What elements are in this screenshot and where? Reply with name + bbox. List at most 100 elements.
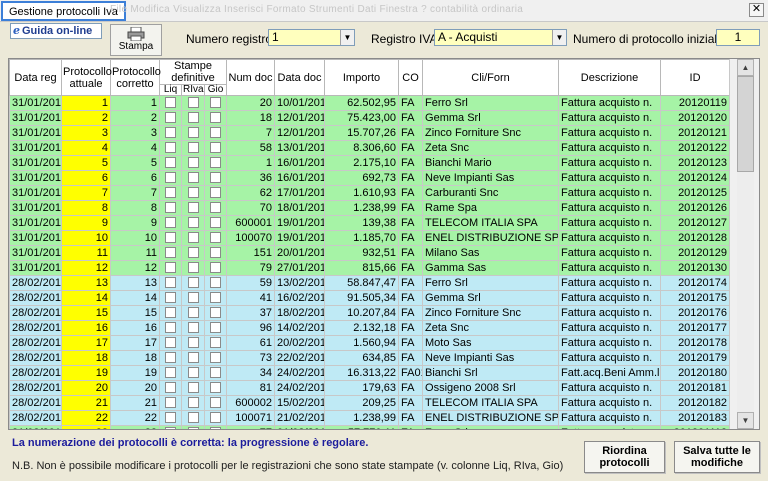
- cell-protocollo-attuale[interactable]: 11: [61, 245, 111, 261]
- gio-checkbox[interactable]: [210, 382, 221, 394]
- gio-checkbox[interactable]: [210, 397, 221, 409]
- scroll-down-arrow-icon[interactable]: ▼: [737, 412, 754, 429]
- riva-checkbox[interactable]: [187, 382, 199, 394]
- table-row[interactable]: 31/01/201 2 2 18 12/01/201 75.423,00 FA Gemma S…: [9, 110, 731, 126]
- liq-checkbox[interactable]: [165, 127, 176, 139]
- liq-checkbox[interactable]: [165, 337, 176, 349]
- cell-protocollo-attuale[interactable]: 21: [61, 395, 111, 411]
- liq-checkbox[interactable]: [165, 427, 176, 429]
- gio-checkbox[interactable]: [210, 202, 221, 214]
- table-row[interactable]: 31/01/201 12 12 79 27/01/201 815,66 FA Gamma Sa…: [9, 260, 731, 276]
- riva-checkbox[interactable]: [187, 412, 199, 424]
- header-data-reg[interactable]: Data reg: [9, 59, 62, 96]
- liq-checkbox[interactable]: [165, 187, 176, 199]
- liq-checkbox[interactable]: [165, 232, 176, 244]
- liq-checkbox[interactable]: [165, 97, 176, 109]
- gio-checkbox[interactable]: [210, 187, 221, 199]
- liq-checkbox[interactable]: [165, 172, 176, 184]
- table-row[interactable]: 28/02/201 13 13 59 13/02/201 58.847,47 FA Ferro…: [9, 275, 731, 291]
- cell-protocollo-attuale[interactable]: 20: [61, 380, 111, 396]
- liq-checkbox[interactable]: [165, 382, 176, 394]
- riva-checkbox[interactable]: [187, 232, 199, 244]
- cell-protocollo-attuale[interactable]: 7: [61, 185, 111, 201]
- cell-protocollo-attuale[interactable]: 5: [61, 155, 111, 171]
- riva-checkbox[interactable]: [187, 427, 199, 429]
- chevron-down-icon[interactable]: ▼: [340, 30, 354, 45]
- gio-checkbox[interactable]: [210, 172, 221, 184]
- scroll-up-arrow-icon[interactable]: ▲: [737, 59, 754, 76]
- riva-checkbox[interactable]: [187, 307, 199, 319]
- gio-checkbox[interactable]: [210, 292, 221, 304]
- table-row[interactable]: 31/01/201 8 8 70 18/01/201 1.238,99 FA Rame Spa…: [9, 200, 731, 216]
- liq-checkbox[interactable]: [165, 202, 176, 214]
- riva-checkbox[interactable]: [187, 157, 199, 169]
- header-co[interactable]: CO: [398, 59, 424, 96]
- cell-protocollo-attuale[interactable]: 15: [61, 305, 111, 321]
- scrollbar-track[interactable]: [737, 76, 754, 412]
- vertical-scrollbar[interactable]: ▲ ▼: [729, 59, 759, 429]
- table-row[interactable]: 31/01/201 7 7 62 17/01/201 1.610,93 FA Carburan…: [9, 185, 731, 201]
- table-row[interactable]: 28/02/201 15 15 37 18/02/201 10.207,84 FA Zinco…: [9, 305, 731, 321]
- registro-iva-select[interactable]: A - Acquisti ▼: [434, 29, 567, 46]
- table-row[interactable]: 31/01/201 11 11 151 20/01/201 932,51 FA Milano …: [9, 245, 731, 261]
- numero-protocollo-input[interactable]: 1: [716, 29, 760, 46]
- riva-checkbox[interactable]: [187, 292, 199, 304]
- table-row[interactable]: 28/02/201 14 14 41 16/02/201 91.505,34 FA Gemma…: [9, 290, 731, 306]
- cell-protocollo-attuale[interactable]: 2: [61, 110, 111, 126]
- header-descrizione[interactable]: Descrizione: [558, 59, 662, 96]
- liq-checkbox[interactable]: [165, 412, 176, 424]
- cell-protocollo-attuale[interactable]: 6: [61, 170, 111, 186]
- gio-checkbox[interactable]: [210, 277, 221, 289]
- liq-checkbox[interactable]: [165, 277, 176, 289]
- gio-checkbox[interactable]: [210, 307, 221, 319]
- riva-checkbox[interactable]: [187, 172, 199, 184]
- gio-checkbox[interactable]: [210, 337, 221, 349]
- gio-checkbox[interactable]: [210, 232, 221, 244]
- liq-checkbox[interactable]: [165, 112, 176, 124]
- liq-checkbox[interactable]: [165, 322, 176, 334]
- table-row[interactable]: 28/02/201 21 21 600002 15/02/201 209,25 FA TELE…: [9, 395, 731, 411]
- gio-checkbox[interactable]: [210, 262, 221, 274]
- gio-checkbox[interactable]: [210, 412, 221, 424]
- liq-checkbox[interactable]: [165, 247, 176, 259]
- scrollbar-thumb[interactable]: [737, 76, 754, 172]
- gio-checkbox[interactable]: [210, 127, 221, 139]
- table-row[interactable]: 28/02/201 22 22 100071 21/02/201 1.238,99 FA EN…: [9, 410, 731, 426]
- cell-protocollo-attuale[interactable]: 12: [61, 260, 111, 276]
- gio-checkbox[interactable]: [210, 367, 221, 379]
- liq-checkbox[interactable]: [165, 367, 176, 379]
- cell-protocollo-attuale[interactable]: 17: [61, 335, 111, 351]
- riva-checkbox[interactable]: [187, 217, 199, 229]
- liq-checkbox[interactable]: [165, 292, 176, 304]
- table-row[interactable]: 31/01/201 5 5 1 16/01/201 2.175,10 FA Bianchi M…: [9, 155, 731, 171]
- riva-checkbox[interactable]: [187, 202, 199, 214]
- guida-online-button[interactable]: e Guida on-line: [10, 23, 102, 39]
- liq-checkbox[interactable]: [165, 397, 176, 409]
- stampa-button[interactable]: Stampa: [110, 24, 162, 56]
- cell-protocollo-attuale[interactable]: 23: [61, 425, 111, 429]
- cell-protocollo-attuale[interactable]: 16: [61, 320, 111, 336]
- gio-checkbox[interactable]: [210, 247, 221, 259]
- liq-checkbox[interactable]: [165, 352, 176, 364]
- riva-checkbox[interactable]: [187, 187, 199, 199]
- riva-checkbox[interactable]: [187, 127, 199, 139]
- riva-checkbox[interactable]: [187, 262, 199, 274]
- table-row[interactable]: 28/02/201 20 20 81 24/02/201 179,63 FA Ossigeno…: [9, 380, 731, 396]
- table-row[interactable]: 31/01/201 3 3 7 12/01/201 15.707,26 FA Zinco Fo…: [9, 125, 731, 141]
- header-importo[interactable]: Importo: [324, 59, 400, 96]
- table-row[interactable]: 31/01/201 6 6 36 16/01/201 692,73 FA Neve Impia…: [9, 170, 731, 186]
- liq-checkbox[interactable]: [165, 217, 176, 229]
- cell-protocollo-attuale[interactable]: 8: [61, 200, 111, 216]
- header-protocollo-corretto[interactable]: Protocollo corretto: [110, 59, 161, 96]
- gio-checkbox[interactable]: [210, 142, 221, 154]
- table-row[interactable]: 31/03/20123237701/03/20157.770,11FAFerro…: [9, 425, 731, 429]
- table-row[interactable]: 31/01/201 4 4 58 13/01/201 8.306,60 FA Zeta Snc…: [9, 140, 731, 156]
- riva-checkbox[interactable]: [187, 367, 199, 379]
- liq-checkbox[interactable]: [165, 262, 176, 274]
- chevron-down-icon[interactable]: ▼: [552, 30, 566, 45]
- gio-checkbox[interactable]: [210, 157, 221, 169]
- riva-checkbox[interactable]: [187, 322, 199, 334]
- header-num-doc[interactable]: Num doc: [226, 59, 276, 96]
- close-button[interactable]: ✕: [749, 3, 764, 17]
- riva-checkbox[interactable]: [187, 97, 199, 109]
